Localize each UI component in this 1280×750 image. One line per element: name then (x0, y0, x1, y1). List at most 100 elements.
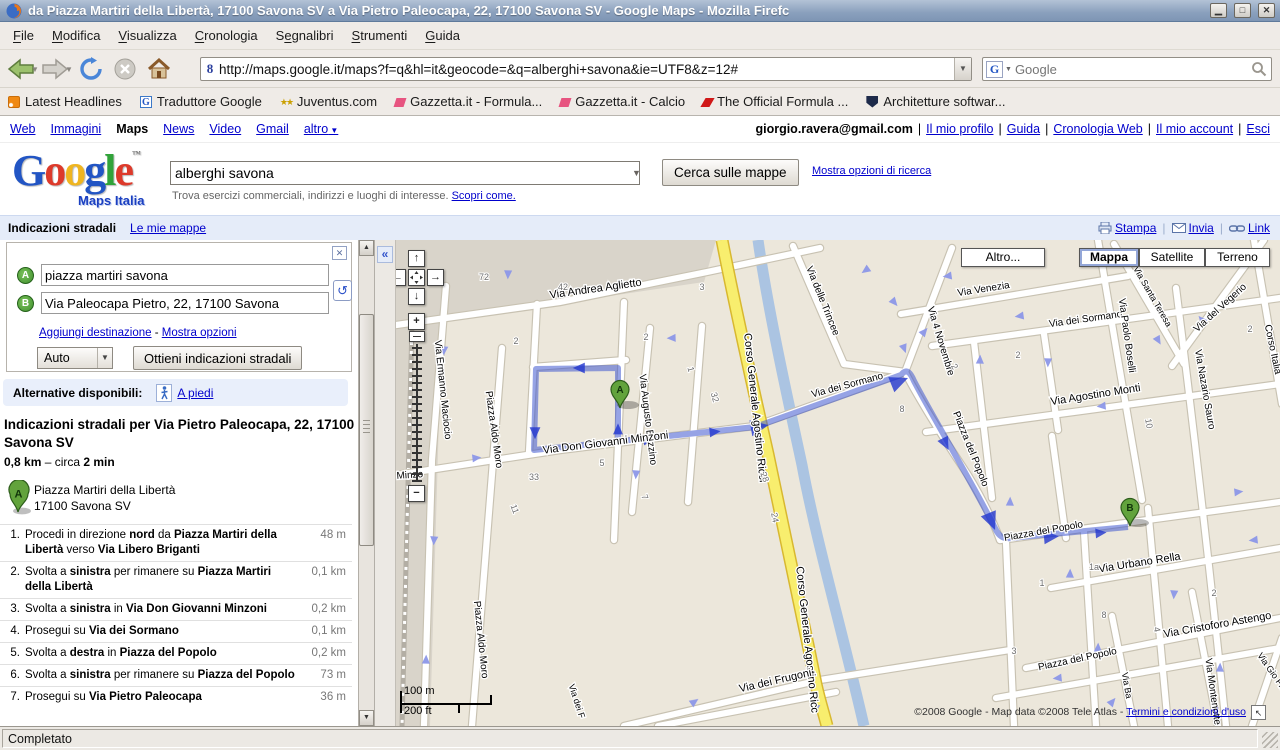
bookmark-item[interactable]: Architetture softwar... (866, 94, 1005, 109)
show-options-link[interactable]: Mostra opzioni (162, 327, 237, 339)
close-button[interactable]: ✕ (1258, 3, 1275, 18)
gnav-web[interactable]: Web (10, 122, 35, 136)
web-search-input[interactable] (1015, 59, 1251, 79)
link-link[interactable]: Link (1229, 221, 1270, 235)
menu-cronologia[interactable]: Cronologia (186, 23, 267, 49)
menu-modifica[interactable]: Modifica (43, 23, 109, 49)
direction-step[interactable]: 3.Svolta a sinistra in Via Don Giovanni … (0, 598, 352, 620)
magnifier-icon[interactable] (1251, 61, 1267, 77)
gnav-altro[interactable]: altro ▼ (304, 122, 338, 136)
window-title-bar[interactable]: da Piazza Martiri della Libertà, 17100 S… (0, 0, 1280, 22)
from-input[interactable] (41, 264, 329, 286)
direction-step[interactable]: 6.Svolta a sinistra per rimanere su Piaz… (0, 664, 352, 686)
maptype-altro[interactable]: Altro... (961, 248, 1045, 267)
walking-directions-link[interactable]: A piedi (177, 386, 213, 400)
pan-reset-button[interactable] (408, 269, 425, 286)
bookmark-item[interactable]: Gazzetta.it - Calcio (560, 94, 685, 109)
bookmark-item[interactable]: GTraduttore Google (140, 94, 262, 109)
get-directions-button[interactable]: Ottieni indicazioni stradali (133, 346, 302, 370)
menu-segnalibri[interactable]: Segnalibri (267, 23, 343, 49)
google-logo: Google™ (12, 145, 141, 196)
home-button[interactable] (142, 54, 176, 84)
gnav-video[interactable]: Video (209, 122, 241, 136)
search-bar[interactable]: G ▼ (982, 57, 1272, 81)
zoom-slider-track[interactable] (412, 344, 422, 482)
start-location-item[interactable]: A Piazza Martiri della Libertà 17100 Sav… (4, 480, 175, 516)
maximize-button[interactable]: □ (1234, 3, 1251, 18)
gnav-maps[interactable]: Maps (116, 122, 148, 136)
bookmark-item[interactable]: Gazzetta.it - Formula... (395, 94, 542, 109)
maptype-mappa[interactable]: Mappa (1079, 248, 1139, 267)
forward-dropdown-icon[interactable]: ▼ (65, 65, 73, 74)
gnav-news[interactable]: News (163, 122, 194, 136)
gnav-gmail[interactable]: Gmail (256, 122, 289, 136)
menu-strumenti[interactable]: Strumenti (343, 23, 417, 49)
scale-feet: 200 ft (404, 705, 432, 717)
search-engine-icon[interactable]: G (986, 61, 1003, 78)
account-link-il-mio-account[interactable]: Il mio account (1156, 122, 1233, 136)
direction-step[interactable]: 4.Prosegui su Via dei Sormano0,1 km (0, 620, 352, 642)
menu-file[interactable]: File (4, 23, 43, 49)
back-dropdown-icon[interactable]: ▼ (31, 65, 39, 74)
url-input[interactable] (219, 59, 954, 79)
zoom-out-button[interactable]: − (408, 485, 425, 502)
scroll-down-icon[interactable]: ▼ (359, 710, 374, 726)
to-input[interactable] (41, 292, 329, 314)
panel-scrollbar[interactable]: ▲ ▼ (358, 240, 375, 726)
bookmark-item[interactable]: ★★Juventus.com (280, 94, 377, 109)
close-form-icon[interactable]: ✕ (332, 246, 347, 260)
account-link-esci[interactable]: Esci (1246, 122, 1270, 136)
print-label[interactable]: Stampa (1115, 221, 1156, 235)
back-button[interactable]: ▼ (6, 54, 40, 84)
maps-search-input[interactable] (170, 161, 640, 185)
divider: | (1040, 122, 1053, 136)
my-maps-link[interactable]: Le mie mappe (130, 221, 206, 235)
attribution-corner-icon[interactable]: ↖ (1251, 705, 1266, 720)
gnav-immagini[interactable]: Immagini (50, 122, 101, 136)
link-label[interactable]: Link (1248, 221, 1270, 235)
scrollbar-thumb[interactable] (359, 314, 374, 546)
pan-right-button[interactable]: → (427, 269, 444, 286)
url-dropdown-icon[interactable]: ▼ (954, 58, 971, 80)
collapse-panel-button[interactable]: « (377, 246, 393, 263)
send-label[interactable]: Invia (1189, 221, 1214, 235)
account-link-il-mio-profilo[interactable]: Il mio profilo (926, 122, 993, 136)
terms-link[interactable]: Termini e condizioni d'uso (1126, 706, 1246, 718)
send-link[interactable]: Invia (1172, 221, 1214, 235)
maptype-terreno[interactable]: Terreno (1205, 248, 1270, 267)
url-bar[interactable]: 8 ▼ (200, 57, 972, 81)
pan-up-button[interactable]: ↑ (408, 250, 425, 267)
account-link-cronologia-web[interactable]: Cronologia Web (1053, 122, 1142, 136)
print-link[interactable]: Stampa (1098, 221, 1156, 235)
menu-guida[interactable]: Guida (416, 23, 469, 49)
account-link-guida[interactable]: Guida (1007, 122, 1040, 136)
direction-step[interactable]: 5.Svolta a destra in Piazza del Popolo0,… (0, 642, 352, 664)
add-destination-link[interactable]: Aggiungi destinazione (39, 327, 152, 339)
forward-button[interactable]: ▼ (40, 54, 74, 84)
menu-visualizza[interactable]: Visualizza (109, 23, 185, 49)
search-engine-dropdown-icon[interactable]: ▼ (1005, 66, 1012, 73)
bookmark-item[interactable]: Latest Headlines (8, 94, 122, 109)
swap-route-icon[interactable]: ↻ (333, 280, 352, 301)
direction-step[interactable]: 7.Prosegui su Via Pietro Paleocapa36 m (0, 686, 352, 708)
bookmark-item[interactable]: The Official Formula ... (703, 94, 848, 109)
zoom-in-button[interactable]: + (408, 313, 425, 330)
learn-how-link[interactable]: Scopri come. (452, 190, 516, 202)
travel-mode-select[interactable]: Auto ▼ (37, 347, 113, 369)
pan-left-button[interactable]: ← (396, 269, 406, 286)
map-canvas[interactable]: Via Andrea AgliettoVia delle TrinceeVia … (396, 240, 1280, 726)
stop-button[interactable] (108, 54, 142, 84)
search-maps-button[interactable]: Cerca sulle mappe (662, 159, 799, 186)
maptype-satellite[interactable]: Satellite (1139, 248, 1205, 267)
scroll-up-icon[interactable]: ▲ (359, 240, 374, 256)
resize-grip[interactable] (1262, 732, 1278, 748)
bookmarks-toolbar: Latest Headlines GTraduttore Google ★★Juve… (0, 88, 1280, 116)
minimize-button[interactable]: ▁ (1210, 3, 1227, 18)
show-search-options-link[interactable]: Mostra opzioni di ricerca (812, 165, 931, 177)
pan-down-button[interactable]: ↓ (408, 288, 425, 305)
reload-button[interactable] (74, 54, 108, 84)
zoom-slider-handle[interactable] (409, 331, 425, 342)
direction-step[interactable]: 2.Svolta a sinistra per rimanere su Piaz… (0, 561, 352, 598)
direction-step[interactable]: 1.Procedi in direzione nord da Piazza Ma… (0, 524, 352, 561)
query-dropdown-icon[interactable]: ▼ (632, 168, 641, 178)
